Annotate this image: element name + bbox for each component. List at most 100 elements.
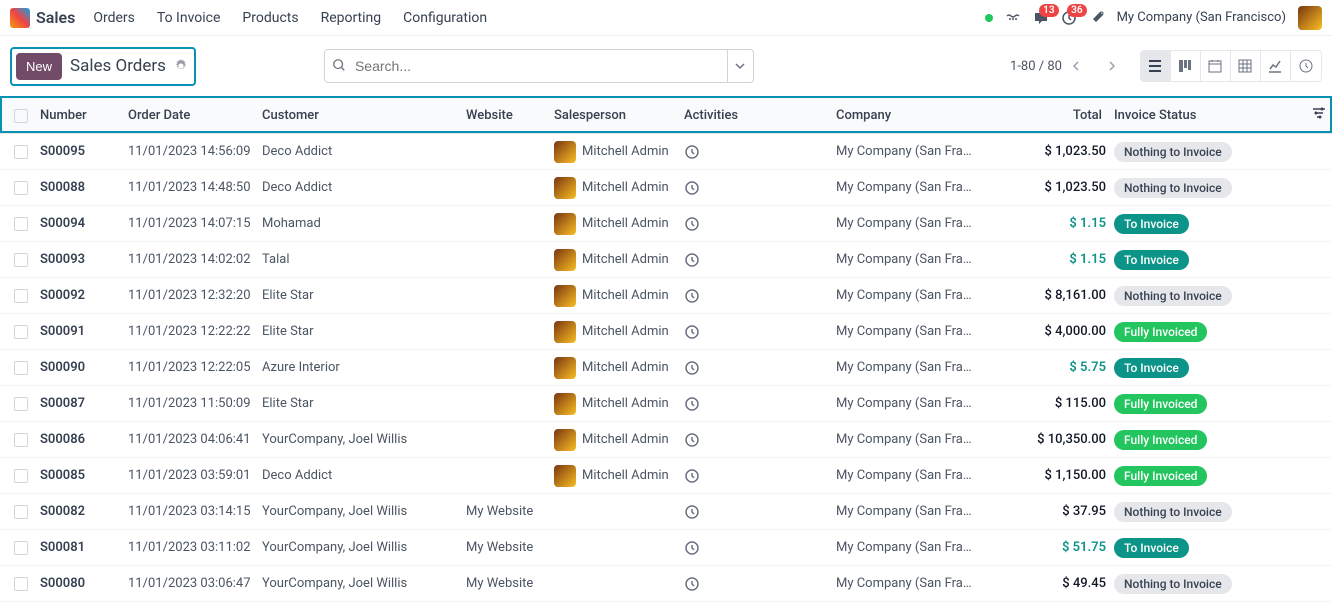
- activities-icon[interactable]: 36: [1061, 10, 1077, 26]
- cell-customer[interactable]: Elite Star: [258, 396, 462, 411]
- cell-activities[interactable]: [680, 324, 832, 340]
- messages-icon[interactable]: 13: [1033, 10, 1049, 26]
- app-logo-icon[interactable]: [10, 8, 30, 28]
- cell-activities[interactable]: [680, 468, 832, 484]
- cell-number[interactable]: S00085: [36, 468, 124, 483]
- cell-number[interactable]: S00093: [36, 252, 124, 267]
- header-customer[interactable]: Customer: [258, 108, 462, 123]
- cell-number[interactable]: S00086: [36, 432, 124, 447]
- cell-activities[interactable]: [680, 288, 832, 304]
- cell-activities[interactable]: [680, 396, 832, 412]
- cell-activities[interactable]: [680, 252, 832, 268]
- row-checkbox[interactable]: [14, 289, 28, 303]
- table-row[interactable]: S00095 11/01/2023 14:56:09 Deco Addict M…: [0, 134, 1332, 170]
- table-row[interactable]: S00085 11/01/2023 03:59:01 Deco Addict M…: [0, 458, 1332, 494]
- cell-customer[interactable]: Deco Addict: [258, 144, 462, 159]
- cell-customer[interactable]: Deco Addict: [258, 180, 462, 195]
- row-checkbox[interactable]: [14, 505, 28, 519]
- table-row[interactable]: S00086 11/01/2023 04:06:41 YourCompany, …: [0, 422, 1332, 458]
- cell-customer[interactable]: Mohamad: [258, 216, 462, 231]
- pager-text[interactable]: 1-80 / 80: [1010, 59, 1062, 74]
- cell-number[interactable]: S00088: [36, 180, 124, 195]
- cell-number[interactable]: S00094: [36, 216, 124, 231]
- header-salesperson[interactable]: Salesperson: [550, 108, 680, 123]
- row-checkbox[interactable]: [14, 145, 28, 159]
- row-checkbox[interactable]: [14, 181, 28, 195]
- cell-activities[interactable]: [680, 144, 832, 160]
- view-pivot-button[interactable]: [1231, 51, 1261, 81]
- view-list-button[interactable]: [1141, 51, 1171, 81]
- row-checkbox[interactable]: [14, 217, 28, 231]
- pager-next-button[interactable]: [1106, 54, 1130, 78]
- header-order-date[interactable]: Order Date: [124, 108, 258, 123]
- cell-activities[interactable]: [680, 360, 832, 376]
- company-switcher[interactable]: My Company (San Francisco): [1117, 10, 1286, 25]
- cell-number[interactable]: S00082: [36, 504, 124, 519]
- view-activity-button[interactable]: [1291, 51, 1321, 81]
- table-row[interactable]: S00087 11/01/2023 11:50:09 Elite Star Mi…: [0, 386, 1332, 422]
- cell-number[interactable]: S00095: [36, 144, 124, 159]
- view-calendar-button[interactable]: [1201, 51, 1231, 81]
- view-graph-button[interactable]: [1261, 51, 1291, 81]
- cell-activities[interactable]: [680, 180, 832, 196]
- column-options-icon[interactable]: [1312, 106, 1326, 120]
- header-invoice-status[interactable]: Invoice Status: [1110, 108, 1210, 123]
- debug-icon[interactable]: [1005, 10, 1021, 26]
- cell-customer[interactable]: Azure Interior: [258, 360, 462, 375]
- cell-number[interactable]: S00081: [36, 540, 124, 555]
- nav-reporting[interactable]: Reporting: [321, 10, 382, 26]
- pager-prev-button[interactable]: [1072, 54, 1096, 78]
- cell-customer[interactable]: Talal: [258, 252, 462, 267]
- table-row[interactable]: S00080 11/01/2023 03:06:47 YourCompany, …: [0, 566, 1332, 602]
- cell-activities[interactable]: [680, 432, 832, 448]
- table-row[interactable]: S00093 11/01/2023 14:02:02 Talal Mitchel…: [0, 242, 1332, 278]
- cell-customer[interactable]: YourCompany, Joel Willis: [258, 504, 462, 519]
- nav-to-invoice[interactable]: To Invoice: [157, 10, 221, 26]
- header-activities[interactable]: Activities: [680, 108, 832, 123]
- table-row[interactable]: S00088 11/01/2023 14:48:50 Deco Addict M…: [0, 170, 1332, 206]
- header-total[interactable]: Total: [980, 108, 1110, 123]
- search-dropdown-button[interactable]: [728, 49, 754, 83]
- header-number[interactable]: Number: [36, 108, 124, 123]
- cell-number[interactable]: S00080: [36, 576, 124, 591]
- cell-activities[interactable]: [680, 540, 832, 556]
- table-row[interactable]: S00081 11/01/2023 03:11:02 YourCompany, …: [0, 530, 1332, 566]
- cell-number[interactable]: S00092: [36, 288, 124, 303]
- row-checkbox[interactable]: [14, 325, 28, 339]
- table-row[interactable]: S00091 11/01/2023 12:22:22 Elite Star Mi…: [0, 314, 1332, 350]
- search-input[interactable]: [324, 49, 728, 83]
- header-company[interactable]: Company: [832, 108, 980, 123]
- header-website[interactable]: Website: [462, 108, 550, 123]
- row-checkbox[interactable]: [14, 433, 28, 447]
- gear-icon[interactable]: [174, 59, 188, 73]
- nav-orders[interactable]: Orders: [93, 10, 135, 26]
- tools-icon[interactable]: [1089, 10, 1105, 26]
- cell-customer[interactable]: YourCompany, Joel Willis: [258, 540, 462, 555]
- select-all-checkbox[interactable]: [14, 109, 28, 123]
- new-button[interactable]: New: [16, 53, 62, 80]
- row-checkbox[interactable]: [14, 577, 28, 591]
- row-checkbox[interactable]: [14, 541, 28, 555]
- row-checkbox[interactable]: [14, 397, 28, 411]
- cell-customer[interactable]: YourCompany, Joel Willis: [258, 576, 462, 591]
- cell-activities[interactable]: [680, 504, 832, 520]
- user-avatar[interactable]: [1298, 6, 1322, 30]
- row-checkbox[interactable]: [14, 469, 28, 483]
- app-name[interactable]: Sales: [36, 8, 75, 27]
- cell-activities[interactable]: [680, 576, 832, 592]
- row-checkbox[interactable]: [14, 361, 28, 375]
- cell-number[interactable]: S00087: [36, 396, 124, 411]
- cell-customer[interactable]: Elite Star: [258, 288, 462, 303]
- nav-products[interactable]: Products: [242, 10, 298, 26]
- table-row[interactable]: S00092 11/01/2023 12:32:20 Elite Star Mi…: [0, 278, 1332, 314]
- cell-customer[interactable]: Deco Addict: [258, 468, 462, 483]
- breadcrumb-title[interactable]: Sales Orders: [70, 56, 166, 76]
- view-kanban-button[interactable]: [1171, 51, 1201, 81]
- cell-activities[interactable]: [680, 216, 832, 232]
- table-row[interactable]: S00082 11/01/2023 03:14:15 YourCompany, …: [0, 494, 1332, 530]
- cell-number[interactable]: S00090: [36, 360, 124, 375]
- table-row[interactable]: S00090 11/01/2023 12:22:05 Azure Interio…: [0, 350, 1332, 386]
- row-checkbox[interactable]: [14, 253, 28, 267]
- status-indicator-icon[interactable]: [985, 14, 993, 22]
- nav-configuration[interactable]: Configuration: [403, 10, 487, 26]
